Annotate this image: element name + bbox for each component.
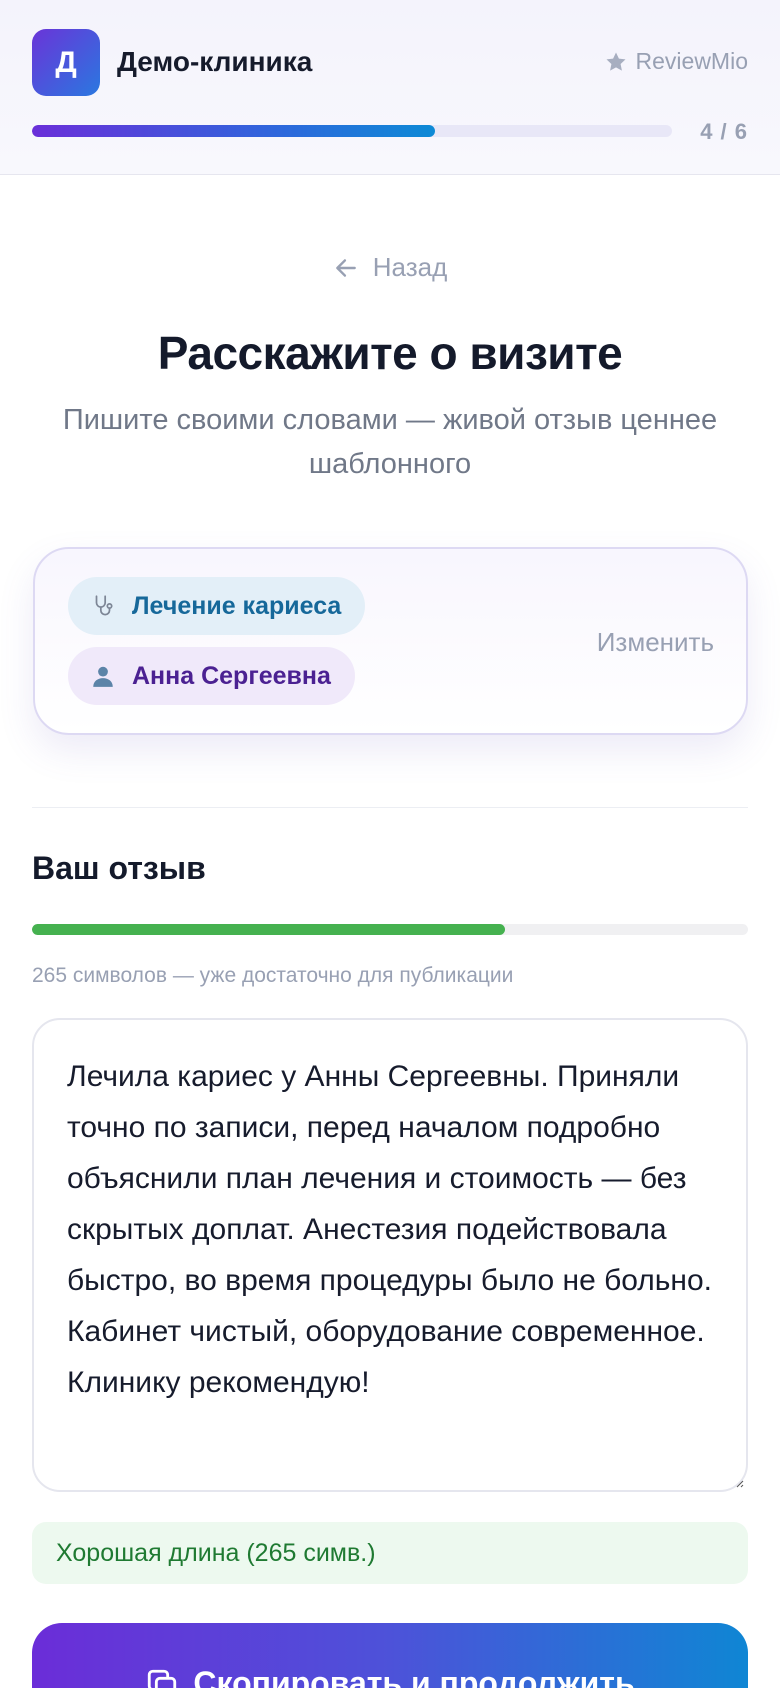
copy-icon: [148, 1669, 177, 1688]
brand: ReviewMio: [604, 48, 748, 75]
review-length-meter-fill: [32, 924, 505, 935]
page-title: Расскажите о визите: [157, 327, 623, 379]
step-progress-bar: [32, 125, 672, 137]
clinic-name: Демо-клиника: [117, 46, 313, 77]
cta-label: Скопировать и продолжить: [193, 1665, 635, 1688]
star-icon: [606, 52, 626, 71]
brand-name: ReviewMio: [635, 48, 748, 74]
step-progress-fill: [32, 125, 436, 137]
length-status-note: Хорошая длина (265 симв.): [32, 1522, 748, 1584]
page-subtitle: Пишите своими словами — живой отзыв ценн…: [62, 404, 718, 480]
review-text[interactable]: Лечила кариес у Анны Сергеевны. Приняли …: [67, 1060, 712, 1399]
stethoscope-icon: [95, 595, 113, 616]
review-textarea[interactable]: Лечила кариес у Анны Сергеевны. Приняли …: [32, 1018, 748, 1492]
arrow-left-icon: [335, 258, 356, 277]
resize-handle-icon[interactable]: [734, 1478, 744, 1488]
step-counter: 4 / 6: [700, 119, 748, 144]
copy-and-continue-button[interactable]: Скопировать и продолжить: [32, 1623, 748, 1688]
clinic-logo: Д: [32, 29, 100, 96]
back-button[interactable]: Назад: [0, 252, 780, 283]
service-label: Лечение кариеса: [132, 591, 342, 620]
change-selection-link[interactable]: Изменить: [597, 627, 714, 658]
review-heading: Ваш отзыв: [32, 850, 206, 886]
char-count-hint: 265 символов — уже достаточно для публик…: [32, 964, 514, 987]
visit-summary-card: Лечение кариеса Анна Сергеевна Изменить: [33, 547, 748, 735]
doctor-label: Анна Сергеевна: [132, 661, 331, 690]
back-label: Назад: [372, 252, 448, 282]
doctor-chip: Анна Сергеевна: [68, 647, 355, 705]
person-icon: [93, 666, 113, 687]
service-chip: Лечение кариеса: [68, 577, 366, 635]
section-divider: [32, 807, 748, 808]
header: Д Демо-клиника ReviewMio 4 / 6: [0, 0, 780, 175]
review-length-meter: [32, 924, 748, 935]
